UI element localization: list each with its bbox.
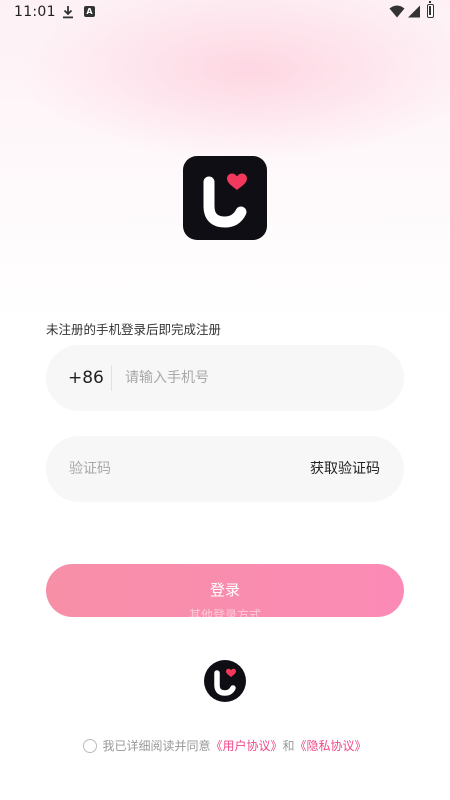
user-agreement-link[interactable]: 《用户协议》	[210, 739, 282, 753]
phone-field[interactable]: +86	[46, 345, 404, 411]
other-login-methods[interactable]: 其他登录方式	[0, 606, 450, 623]
download-icon	[63, 6, 73, 19]
field-divider	[111, 365, 112, 391]
verification-code-field[interactable]: 获取验证码	[46, 436, 404, 502]
app-logo-small[interactable]	[204, 660, 246, 702]
a-icon: A	[84, 6, 95, 17]
battery-icon	[427, 1, 434, 18]
app-logo-mark	[203, 173, 247, 228]
register-hint: 未注册的手机登录后即完成注册	[46, 322, 222, 337]
status-bar: 11:01 A	[0, 0, 450, 26]
status-time: 11:01	[14, 4, 56, 20]
signal-icon	[408, 5, 420, 18]
wifi-icon	[389, 5, 405, 18]
heart-small-icon	[226, 668, 236, 677]
get-code-button[interactable]: 获取验证码	[310, 436, 380, 502]
agreement-connector: 和	[282, 739, 295, 753]
heart-icon	[227, 173, 247, 190]
app-logo	[183, 156, 267, 240]
country-code[interactable]: +86	[68, 345, 104, 411]
agreement-prefix: 我已详细阅读并同意	[102, 739, 211, 753]
privacy-policy-link[interactable]: 《隐私协议》	[295, 739, 367, 753]
phone-input[interactable]	[125, 345, 385, 411]
verification-code-input[interactable]	[69, 436, 289, 502]
agreement-checkbox[interactable]	[83, 739, 98, 753]
agreement-row: 我已详细阅读并同意《用户协议》和《隐私协议》	[0, 737, 450, 754]
app-logo-small-mark	[214, 668, 236, 696]
